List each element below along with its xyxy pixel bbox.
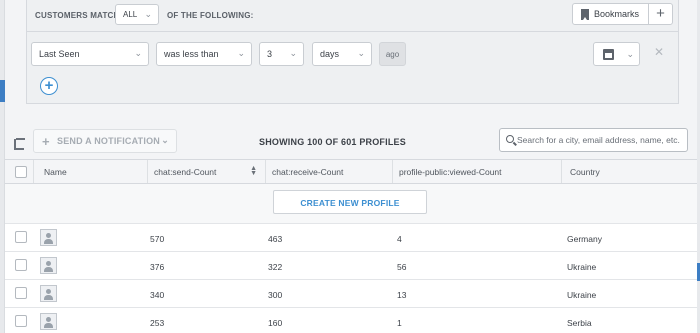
column-header-receive-count[interactable]: chat:receive-Count xyxy=(265,160,392,183)
match-mode-value: ALL xyxy=(123,10,138,19)
cell-viewed-count: 4 xyxy=(397,234,402,244)
cell-send-count: 253 xyxy=(150,318,165,328)
cell-viewed-count: 13 xyxy=(397,290,407,300)
send-notification-button[interactable]: + SEND A NOTIFICATION ⌄ xyxy=(33,129,177,153)
avatar xyxy=(40,229,57,246)
condition-unit-select[interactable]: days ⌄ xyxy=(312,42,372,66)
table-row[interactable]: 253 160 1 Serbia xyxy=(5,308,697,333)
cell-viewed-count: 56 xyxy=(397,262,407,272)
create-profile-row: CREATE NEW PROFILE xyxy=(5,184,697,224)
table-row[interactable]: 376 322 56 Ukraine xyxy=(5,252,697,280)
table-row[interactable]: 570 463 4 Germany xyxy=(5,224,697,252)
bookmarks-label: Bookmarks xyxy=(594,9,640,19)
cell-country: Ukraine xyxy=(567,290,597,300)
match-suffix-label: OF THE FOLLOWING: xyxy=(167,11,254,20)
remove-condition-button[interactable]: ✕ xyxy=(654,45,664,59)
back-arrow-icon[interactable] xyxy=(14,138,25,150)
chevron-down-icon: ⌄ xyxy=(289,48,297,58)
plus-icon: + xyxy=(42,134,50,149)
cell-send-count: 340 xyxy=(150,290,165,300)
column-header-send-count-label: chat:send-Count xyxy=(154,167,217,177)
avatar xyxy=(40,285,57,302)
condition-operator-select[interactable]: was less than ⌄ xyxy=(156,42,252,66)
cell-country: Germany xyxy=(567,234,602,244)
cell-country: Serbia xyxy=(567,318,592,328)
column-header-name[interactable]: Name xyxy=(33,160,149,183)
column-header-viewed-count[interactable]: profile-public:viewed-Count xyxy=(392,160,561,183)
cell-send-count: 570 xyxy=(150,234,165,244)
bookmark-icon xyxy=(581,9,589,20)
sort-icon[interactable]: ▲ ▼ xyxy=(250,165,257,177)
profiles-table: Name chat:send-Count ▲ ▼ chat:receive-Cou… xyxy=(5,159,697,333)
match-prefix-label: CUSTOMERS MATCH xyxy=(35,11,120,20)
condition-amount-value: 3 xyxy=(267,49,273,59)
avatar xyxy=(40,257,57,274)
cell-receive-count: 463 xyxy=(268,234,283,244)
filter-panel: CUSTOMERS MATCH ALL ⌄ OF THE FOLLOWING: … xyxy=(26,0,679,104)
table-header: Name chat:send-Count ▲ ▼ chat:receive-Cou… xyxy=(5,159,697,184)
search-box[interactable] xyxy=(499,128,688,152)
date-range-select[interactable]: ⌄ xyxy=(593,42,640,66)
plus-circle-icon: + xyxy=(44,77,54,94)
row-checkbox[interactable] xyxy=(15,287,27,299)
chevron-down-icon: ⌄ xyxy=(144,9,152,19)
column-header-send-count[interactable]: chat:send-Count ▲ ▼ xyxy=(147,160,265,183)
condition-amount-select[interactable]: 3 ⌄ xyxy=(259,42,304,66)
cell-receive-count: 322 xyxy=(268,262,283,272)
condition-suffix-tag: ago xyxy=(379,42,406,66)
left-edge-highlight xyxy=(0,80,5,102)
results-toolbar: + SEND A NOTIFICATION ⌄ SHOWING 100 OF 6… xyxy=(5,127,697,159)
send-notification-label: SEND A NOTIFICATION xyxy=(57,136,160,146)
calendar-icon xyxy=(603,49,614,60)
search-icon xyxy=(506,135,514,143)
match-mode-select[interactable]: ALL ⌄ xyxy=(115,4,159,25)
cell-receive-count: 160 xyxy=(268,318,283,328)
chevron-down-icon: ⌄ xyxy=(161,135,169,145)
chevron-down-icon: ⌄ xyxy=(134,48,142,58)
cell-country: Ukraine xyxy=(567,262,597,272)
close-icon: ✕ xyxy=(654,45,665,59)
plus-icon: + xyxy=(656,5,665,22)
bookmarks-button[interactable]: Bookmarks xyxy=(572,3,649,25)
search-input[interactable] xyxy=(517,131,685,149)
row-checkbox[interactable] xyxy=(15,259,27,271)
add-condition-button[interactable]: + xyxy=(40,77,58,95)
chevron-down-icon: ⌄ xyxy=(626,49,634,59)
profiles-count-label: SHOWING 100 OF 601 PROFILES xyxy=(259,137,406,147)
cell-send-count: 376 xyxy=(150,262,165,272)
cell-receive-count: 300 xyxy=(268,290,283,300)
table-row[interactable]: 340 300 13 Ukraine xyxy=(5,280,697,308)
match-row: CUSTOMERS MATCH ALL ⌄ OF THE FOLLOWING: … xyxy=(27,0,678,32)
avatar xyxy=(40,313,57,330)
select-all-checkbox[interactable] xyxy=(15,166,27,178)
row-checkbox[interactable] xyxy=(15,231,27,243)
condition-property-select[interactable]: Last Seen ⌄ xyxy=(31,42,149,66)
chevron-down-icon: ⌄ xyxy=(237,48,245,58)
row-checkbox[interactable] xyxy=(15,315,27,327)
chevron-down-icon: ⌄ xyxy=(357,48,365,58)
cell-viewed-count: 1 xyxy=(397,318,402,328)
add-bookmark-button[interactable]: + xyxy=(648,3,673,25)
condition-unit-value: days xyxy=(320,49,340,59)
create-new-profile-button[interactable]: CREATE NEW PROFILE xyxy=(273,190,427,214)
condition-property-value: Last Seen xyxy=(39,49,80,59)
column-header-country[interactable]: Country xyxy=(561,160,697,183)
condition-operator-value: was less than xyxy=(164,49,219,59)
